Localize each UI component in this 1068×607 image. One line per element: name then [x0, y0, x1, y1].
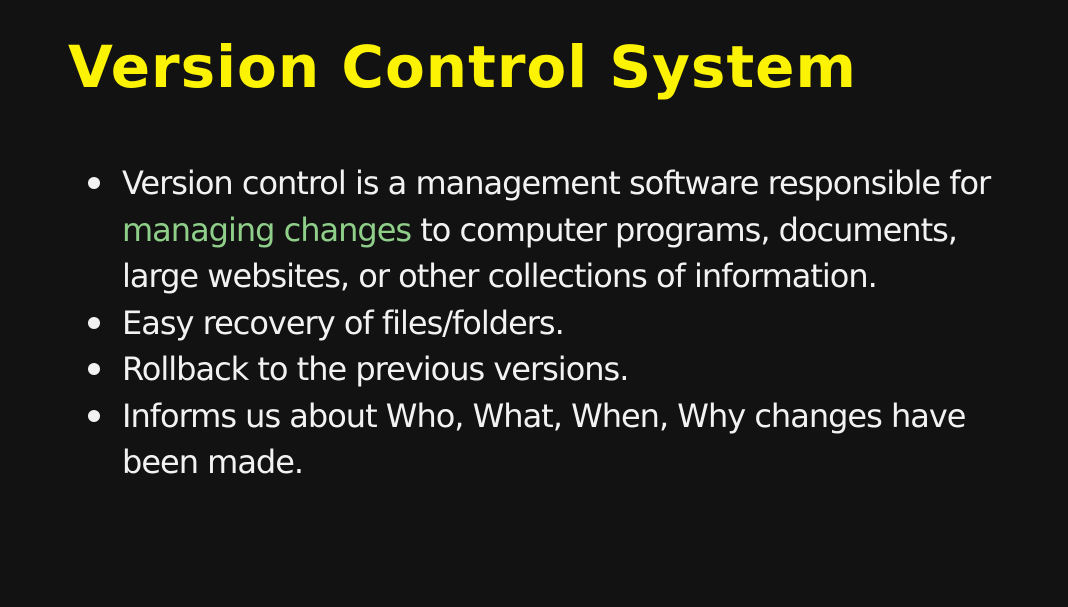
bullet-text: Rollback to the previous versions. [122, 350, 629, 388]
bullet-dot-icon [88, 409, 100, 422]
bullet-item-version-control-definition: Version control is a management software… [88, 160, 1038, 300]
bullet-text: Easy recovery of files/folders. [122, 303, 565, 342]
slide: Version Control System Version control i… [0, 0, 1068, 607]
bullet-dot-icon [88, 177, 100, 189]
bullet-dot-icon [88, 316, 100, 329]
bullet-item-rollback: Rollback to the previous versions. [88, 346, 1038, 393]
highlighted-phrase: managing changes [122, 210, 412, 249]
bullet-text-before: Version control is a management software… [122, 164, 991, 202]
slide-title: Version Control System [68, 33, 857, 101]
bullet-item-easy-recovery: Easy recovery of files/folders. [88, 300, 1038, 347]
bullet-text: Version control is a management software… [122, 160, 1038, 300]
bullet-text: Informs us about Who, What, When, Why ch… [122, 396, 966, 482]
bullet-item-change-info: Informs us about Who, What, When, Why ch… [88, 393, 1038, 486]
bullet-list: Version control is a management software… [88, 160, 1038, 486]
bullet-dot-icon [88, 363, 100, 375]
